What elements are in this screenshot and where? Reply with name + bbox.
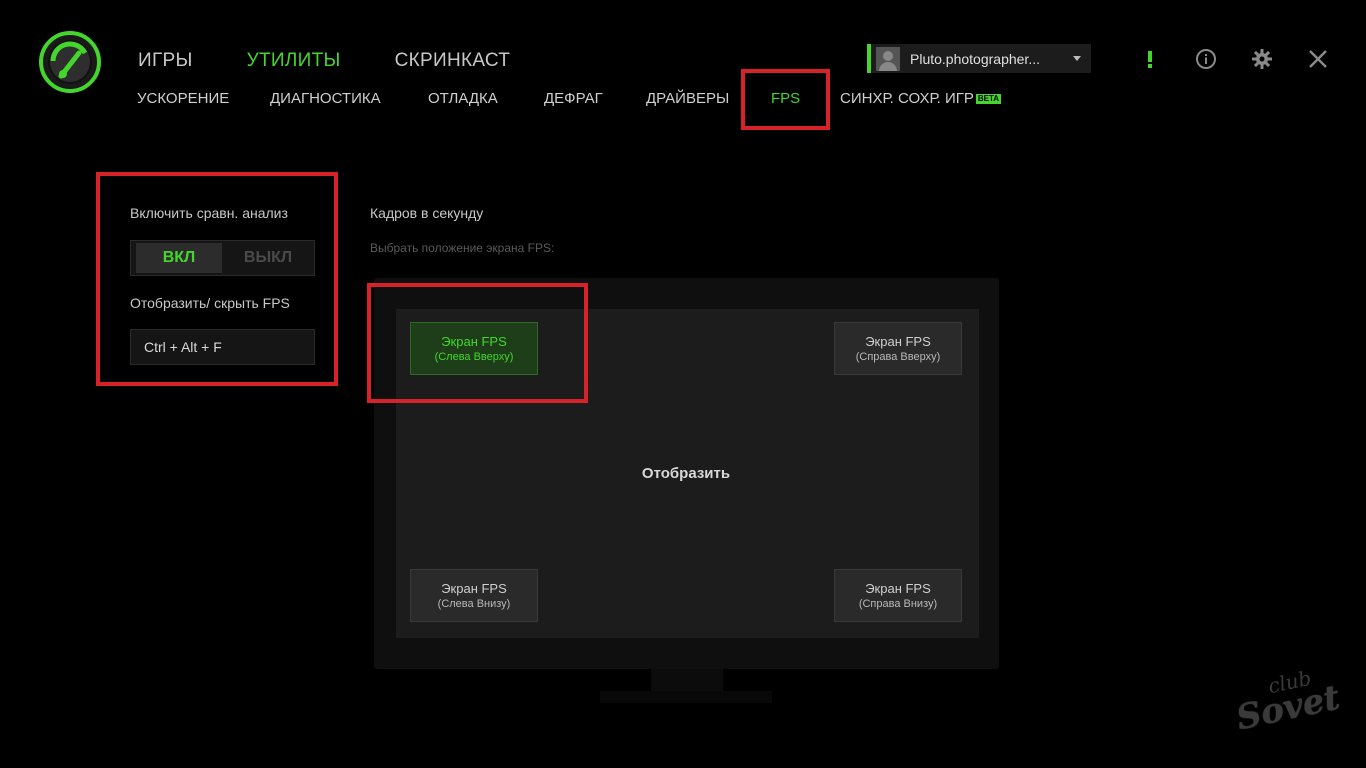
fps-position-top-right[interactable]: Экран FPS (Справа Вверху) [834,322,962,375]
user-avatar-icon [876,46,900,71]
club-sovet-watermark-logo: club Sovet [1232,666,1343,739]
tab-fps[interactable]: FPS [771,89,800,109]
fps-position-top-left[interactable]: Экран FPS (Слева Вверху) [410,322,538,375]
fps-position-title: Экран FPS [441,334,507,349]
tab-diagnostics[interactable]: ДИАГНОСТИКА [270,89,381,109]
benchmark-toggle: ВКЛ ВЫКЛ [130,240,315,276]
tab-debug[interactable]: ОТЛАДКА [428,89,498,109]
user-dropdown[interactable]: Pluto.photographer... [867,44,1091,73]
fps-position-subtitle: (Слева Вверху) [434,351,514,363]
fps-position-title: Экран FPS [865,334,931,349]
tab-defrag[interactable]: ДЕФРАГ [544,89,603,109]
toggle-off-button[interactable]: ВЫКЛ [222,241,314,275]
hotkey-field[interactable]: Ctrl + Alt + F [130,329,315,365]
fps-position-title: Экран FPS [441,581,507,596]
tab-drivers[interactable]: ДРАЙВЕРЫ [646,89,729,109]
toggle-on-button[interactable]: ВКЛ [136,243,222,273]
main-nav-screencast[interactable]: СКРИНКАСТ [395,50,511,72]
user-name: Pluto.photographer... [910,50,1040,67]
main-nav-utilities[interactable]: УТИЛИТЫ [247,50,341,72]
fps-position-subtitle: (Справа Вверху) [855,351,941,363]
fps-position-bottom-left[interactable]: Экран FPS (Слева Внизу) [410,569,538,622]
fps-position-bottom-right[interactable]: Экран FPS (Справа Внизу) [834,569,962,622]
tab-game-sync-label: СИНХР. СОХР. ИГР [840,90,974,107]
gear-icon[interactable] [1251,48,1273,70]
benchmark-label: Включить сравн. анализ [130,205,288,221]
main-nav: ИГРЫ УТИЛИТЫ СКРИНКАСТ [138,50,564,72]
fps-position-hint: Выбрать положение экрана FPS: [370,241,555,255]
beta-badge: BETA [975,94,1002,104]
info-icon[interactable] [1195,48,1217,70]
show-hide-fps-label: Отобразить/ скрыть FPS [130,295,290,311]
monitor-stand-neck [651,669,723,691]
close-icon[interactable] [1307,48,1329,70]
watermark-sovet-text: Sovet [1232,677,1344,739]
app-window: ИГРЫ УТИЛИТЫ СКРИНКАСТ УСКОРЕНИЕ ДИАГНОС… [0,0,1366,768]
tab-game-sync[interactable]: СИНХР. СОХР. ИГР BETA [840,89,1002,109]
user-accent-bar [867,44,871,73]
main-nav-games[interactable]: ИГРЫ [138,50,193,72]
chevron-down-icon [1073,56,1081,61]
fps-position-subtitle: (Справа Внизу) [858,598,938,610]
alert-icon[interactable] [1139,48,1161,70]
display-preview-label: Отобразить [641,465,731,482]
fps-position-subtitle: (Слева Внизу) [437,598,511,610]
fps-section-title: Кадров в секунду [370,205,484,221]
tab-boost[interactable]: УСКОРЕНИЕ [137,89,229,109]
monitor-stand-base [600,691,772,703]
speedometer-logo-icon [39,31,101,93]
fps-position-title: Экран FPS [865,581,931,596]
